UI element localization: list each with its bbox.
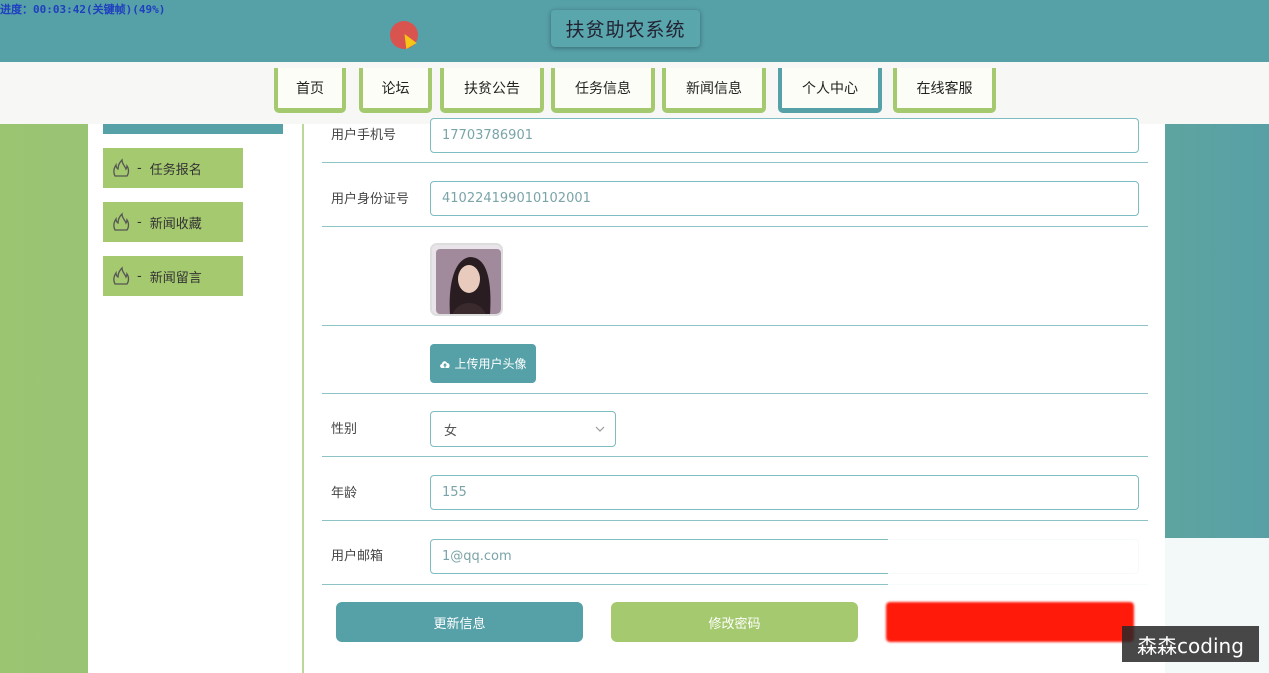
sidebar-item-label: 新闻留言	[149, 270, 202, 286]
flame-icon	[113, 158, 130, 177]
idcard-field[interactable]: 410224199010102001	[430, 181, 1139, 216]
flame-icon	[113, 266, 130, 285]
page-title: 扶贫助农系统	[551, 10, 700, 47]
separator: -	[137, 160, 142, 176]
age-label: 年龄	[331, 486, 358, 501]
cloud-upload-icon	[440, 360, 451, 368]
gender-select[interactable]: 女	[430, 411, 616, 447]
nav-item-tasks[interactable]: 任务信息	[551, 68, 655, 113]
nav-item-forum[interactable]: 论坛	[359, 68, 432, 113]
sidebar-item-news-comments[interactable]: - 新闻留言	[103, 256, 243, 296]
row-divider	[322, 325, 1148, 326]
upload-avatar-label: 上传用户头像	[454, 357, 527, 371]
row-divider	[322, 162, 1148, 163]
separator: -	[137, 268, 142, 284]
upload-avatar-button[interactable]: 上传用户头像	[430, 344, 536, 383]
chevron-down-icon	[595, 426, 605, 432]
row-divider	[322, 226, 1148, 227]
email-label: 用户邮箱	[331, 549, 384, 564]
nav-item-news[interactable]: 新闻信息	[662, 68, 766, 113]
separator: -	[137, 214, 142, 230]
watermark: 森森coding	[1122, 626, 1259, 662]
gender-value: 女	[444, 423, 458, 439]
row-divider	[322, 520, 1148, 521]
sidebar-item-news-favorites[interactable]: - 新闻收藏	[103, 202, 243, 242]
gender-label: 性别	[331, 422, 358, 437]
video-progress-text: 进度：00:03:42(关键帧)(49%)	[0, 3, 166, 16]
phone-field[interactable]: 17703786901	[430, 118, 1139, 153]
row-divider	[322, 456, 1148, 457]
nav-item-online-service[interactable]: 在线客服	[893, 68, 996, 113]
nav-item-announcement[interactable]: 扶贫公告	[440, 68, 544, 113]
avatar-photo	[432, 245, 501, 314]
sidebar-item-task-signup[interactable]: - 任务报名	[103, 148, 243, 188]
nav-item-home[interactable]: 首页	[274, 68, 346, 113]
sidebar-item-label: 任务报名	[149, 162, 202, 178]
phone-label: 用户手机号	[331, 128, 397, 143]
row-divider	[322, 393, 1148, 394]
age-field[interactable]: 155	[430, 475, 1139, 510]
sidebar-item-label: 新闻收藏	[149, 216, 202, 232]
idcard-label: 用户身份证号	[331, 192, 410, 207]
user-avatar	[430, 243, 503, 316]
sidebar-active-item[interactable]	[103, 124, 283, 134]
update-info-button[interactable]: 更新信息	[336, 602, 583, 642]
nav-item-personal-center[interactable]: 个人中心	[778, 68, 882, 113]
flame-icon	[113, 212, 130, 231]
logout-button-blurred[interactable]	[886, 602, 1134, 642]
change-password-button[interactable]: 修改密码	[611, 602, 858, 642]
